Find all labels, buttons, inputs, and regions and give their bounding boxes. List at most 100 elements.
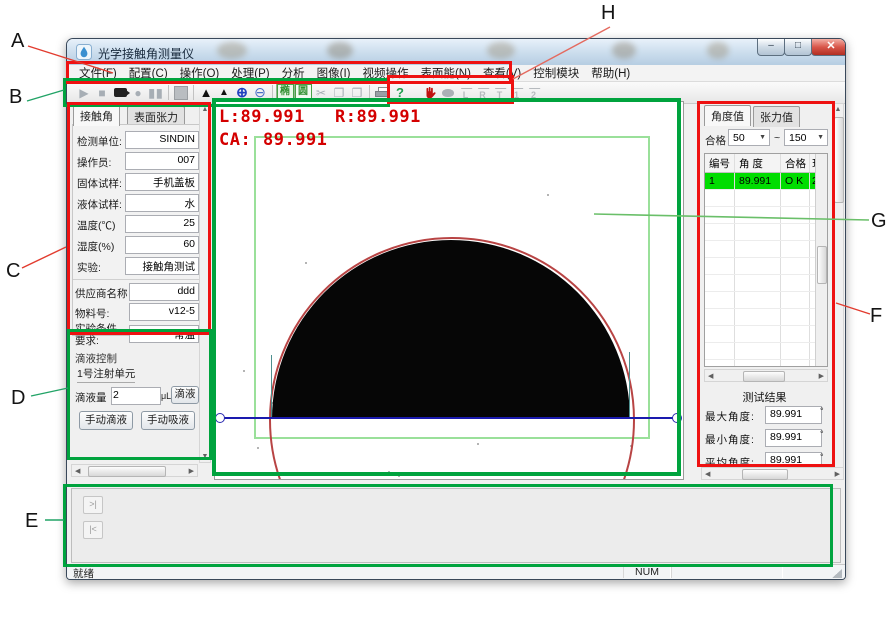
humidity-field[interactable]: 60 — [125, 236, 199, 254]
print-icon[interactable] — [373, 84, 391, 101]
table-row[interactable]: 189.991O K2 — [705, 173, 827, 190]
step-forward-button[interactable]: >| — [83, 496, 103, 514]
camera-icon[interactable] — [111, 84, 129, 101]
table-row — [705, 343, 827, 360]
volume-input[interactable]: 2 — [111, 387, 161, 405]
field-label: 供应商名称 — [75, 286, 128, 301]
menu-video-ops[interactable]: 视频操作 — [356, 65, 414, 81]
menu-view[interactable]: 查看(V) — [477, 65, 527, 81]
annotation-label-f: F — [870, 305, 882, 328]
dispense-button[interactable]: 滴液 — [171, 386, 199, 404]
table-hscrollbar[interactable]: ◀ ▶ — [704, 369, 828, 382]
region-select-icon[interactable] — [172, 84, 190, 101]
manual-aspirate-button[interactable]: 手动吸液 — [141, 411, 195, 430]
annotation-label-e: E — [25, 510, 38, 533]
temperature-field[interactable]: 25 — [125, 215, 199, 233]
pass-min-select[interactable]: 50▼ — [728, 129, 770, 146]
play-icon[interactable]: ▶ — [75, 84, 93, 101]
table-row — [705, 224, 827, 241]
angle-right-icon[interactable]: R — [474, 85, 491, 101]
baseline-right-handle[interactable] — [672, 413, 682, 423]
ellipse-fit-tool[interactable]: 椭 — [276, 84, 294, 101]
baseline-left-handle[interactable] — [215, 413, 225, 423]
degree-unit: ° — [820, 406, 824, 416]
menu-image[interactable]: 图像(I) — [311, 65, 357, 81]
table-vscrollbar[interactable] — [815, 154, 827, 366]
tab-contact-angle[interactable]: 接触角 — [73, 105, 120, 126]
step-back-button[interactable]: |< — [83, 521, 103, 539]
resize-grip[interactable] — [832, 569, 842, 578]
drop-large-icon[interactable]: ▲ — [197, 84, 215, 101]
baseline[interactable] — [221, 417, 677, 419]
menu-analyze[interactable]: 分析 — [276, 65, 311, 81]
angle-one-icon[interactable]: 1 — [508, 85, 525, 101]
status-section — [671, 566, 783, 578]
angle-top-icon[interactable]: T — [491, 85, 508, 101]
pause-icon[interactable]: ▮▮ — [147, 84, 165, 101]
circle-fit-tool[interactable]: 圆 — [294, 84, 312, 101]
field-label: 实验: — [77, 260, 101, 275]
menu-process[interactable]: 处理(P) — [225, 65, 275, 81]
detect-unit-field[interactable]: SINDIN — [125, 131, 199, 149]
ca-reading: 89.991 — [263, 130, 327, 150]
max-angle-label: 最大角度: — [705, 409, 755, 424]
stop-icon[interactable]: ■ — [93, 84, 111, 101]
replay-panel: >| |< — [71, 488, 841, 563]
volume-unit: μL — [161, 391, 171, 401]
table-header: 编号角 度合格现 — [705, 154, 827, 173]
minus-circle-icon[interactable]: ⊖ — [251, 84, 269, 101]
material-no-field[interactable]: v12-5 — [129, 303, 199, 321]
right-side-hscrollbar[interactable]: ◀ ▶ — [701, 467, 844, 480]
angle-left-icon[interactable]: L — [457, 85, 474, 101]
menu-config[interactable]: 配置(C) — [123, 65, 174, 81]
liquid-sample-field[interactable]: 水 — [125, 194, 199, 212]
pass-max-select[interactable]: 150▼ — [784, 129, 828, 146]
manual-dispense-button[interactable]: 手动滴液 — [79, 411, 133, 430]
divider — [73, 279, 199, 280]
close-button[interactable]: ✕ — [811, 39, 845, 56]
annotation-label-c: C — [6, 260, 20, 283]
minimize-button[interactable]: – — [757, 39, 785, 56]
tab-angle-values[interactable]: 角度值 — [704, 105, 751, 126]
menu-file[interactable]: 文件(F) — [73, 65, 123, 81]
supplier-field[interactable]: ddd — [129, 283, 199, 301]
record-icon[interactable]: ● — [129, 84, 147, 101]
crosshair-circle-icon[interactable]: ⊕ — [233, 84, 251, 101]
injector-tab[interactable]: 1号注射单元 — [77, 366, 135, 383]
left-panel-vscrollbar[interactable]: ▲ ▼ — [199, 103, 211, 463]
left-contact-marker — [271, 355, 272, 418]
menu-control-module[interactable]: 控制模块 — [527, 65, 585, 81]
left-panel-hscrollbar[interactable]: ◀ ▶ — [71, 464, 198, 477]
paste-icon[interactable]: ❒ — [348, 84, 366, 101]
menu-operate[interactable]: 操作(O) — [174, 65, 226, 81]
toolbar-separator — [168, 85, 169, 100]
tilde-label: ~ — [774, 132, 780, 144]
status-num: NUM — [623, 566, 671, 578]
solid-sample-field[interactable]: 手机盖板 — [125, 173, 199, 191]
right-side-vscrollbar[interactable]: ▲ ▼ — [832, 103, 844, 480]
table-row — [705, 309, 827, 326]
tab-tension-values[interactable]: 张力值 — [753, 106, 800, 127]
table-row — [705, 207, 827, 224]
menu-bar: 文件(F) 配置(C) 操作(O) 处理(P) 分析 图像(I) 视频操作 表面… — [67, 65, 845, 82]
copy-icon[interactable]: ❐ — [330, 84, 348, 101]
drop-gray-icon[interactable] — [439, 84, 457, 101]
toolbar-separator — [272, 85, 273, 100]
menu-surface-energy[interactable]: 表面能(N) — [414, 65, 476, 81]
experiment-field[interactable]: 接触角测试 — [125, 257, 199, 275]
angle-two-icon[interactable]: 2 — [525, 85, 542, 101]
annotation-label-a: A — [11, 30, 24, 53]
menu-help[interactable]: 帮助(H) — [585, 65, 636, 81]
maximize-button[interactable]: □ — [784, 39, 812, 56]
help-icon[interactable]: ? — [391, 84, 409, 101]
angle-table[interactable]: 编号角 度合格现 189.991O K2 — [704, 153, 828, 367]
annotation-label-d: D — [11, 387, 25, 410]
video-view: L:89.991 R:89.991 CA: 89.991 — [214, 101, 684, 480]
manual-hand-icon[interactable] — [421, 84, 439, 101]
min-angle-value[interactable]: 89.991 — [765, 429, 822, 447]
cut-icon[interactable]: ✂ — [312, 84, 330, 101]
operator-field[interactable]: 007 — [125, 152, 199, 170]
max-angle-value[interactable]: 89.991 — [765, 406, 822, 424]
drop-small-icon[interactable]: ▲ — [215, 84, 233, 101]
condition-field[interactable]: 常温 — [129, 325, 199, 343]
